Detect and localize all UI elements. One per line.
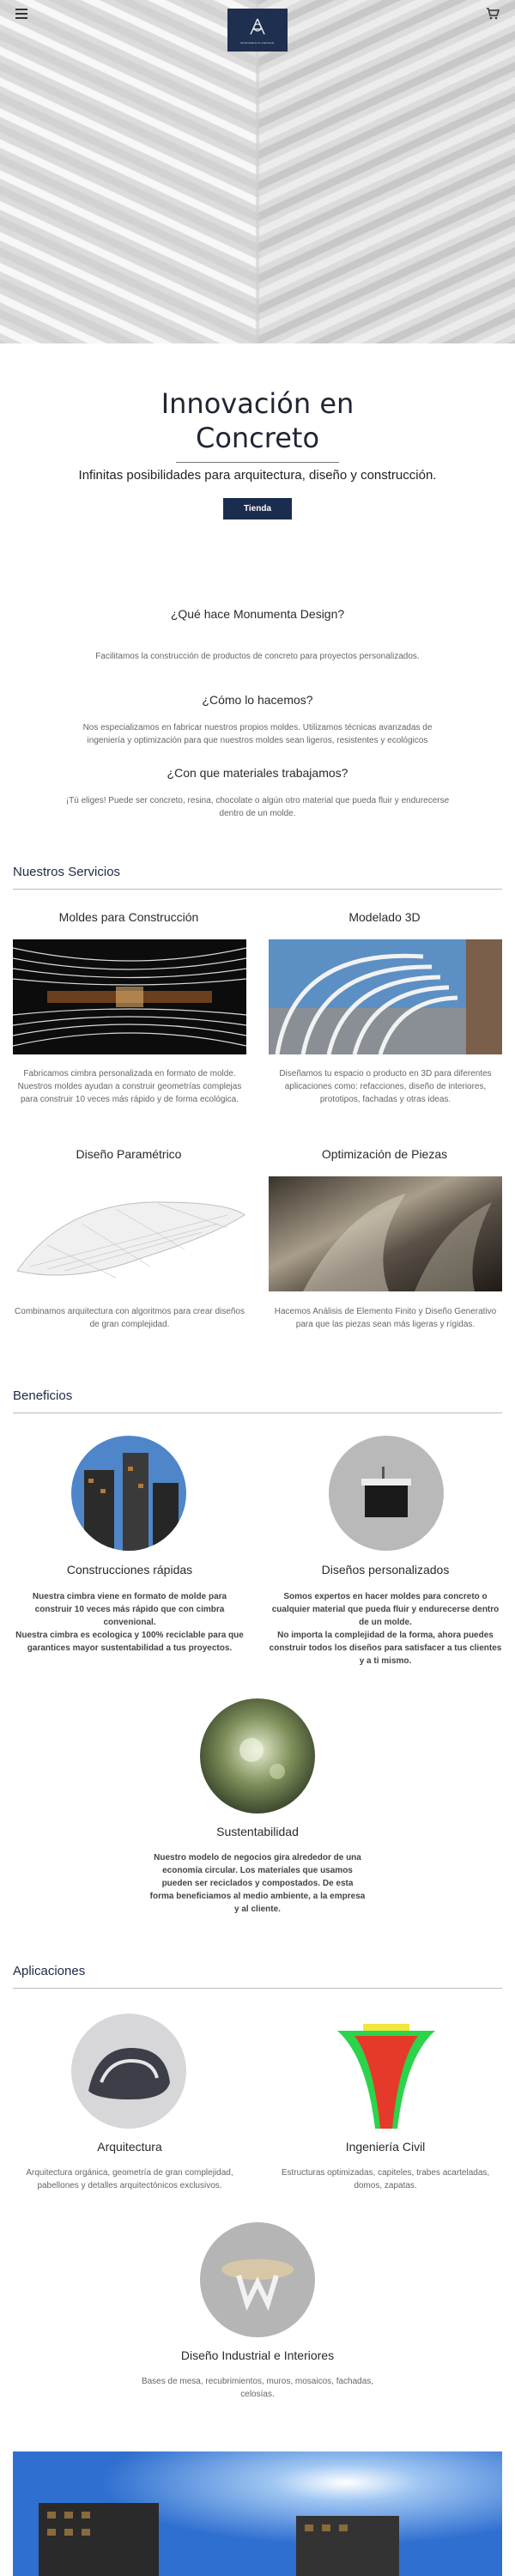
service-title-parametric: Diseño Paramétrico <box>76 1147 182 1161</box>
service-image-molds[interactable] <box>13 939 246 1054</box>
service-text-molds: Fabricamos cimbra personalizada en forma… <box>17 1069 242 1104</box>
hero-image: MONUMENTA DESIGN <box>0 0 515 343</box>
page-title-line1: Innovación en <box>161 387 354 420</box>
hero-title-block: Innovación en Concreto Infinitas posibil… <box>0 386 515 519</box>
service-title-3d: Modelado 3D <box>348 910 421 924</box>
hamburger-menu-icon[interactable] <box>15 9 27 19</box>
services-divider <box>13 889 502 890</box>
application-title-architecture: Arquitectura <box>97 2140 162 2154</box>
page-title-line2: Concreto <box>195 422 320 454</box>
about-question-3: ¿Con que materiales trabajamos? <box>167 766 348 780</box>
about-answer-3: ¡Tú eliges! Puede ser concreto, resina, … <box>65 796 450 818</box>
top-bar <box>0 0 515 30</box>
application-text-architecture: Arquitectura orgánica, geometría de gran… <box>26 2168 233 2190</box>
about-question-2: ¿Cómo lo hacemos? <box>202 693 313 707</box>
benefit-text-custom: Somos expertos en hacer moldes para conc… <box>269 1592 502 1666</box>
service-image-parametric[interactable] <box>13 1176 246 1291</box>
benefit-image-sustainability <box>200 1698 315 1814</box>
service-title-optimization: Optimización de Piezas <box>321 1147 448 1161</box>
construction-banner-image <box>13 2451 502 2576</box>
service-title-molds: Moldes para Construcción <box>58 910 199 924</box>
benefit-title-custom: Diseños personalizados <box>321 1563 450 1577</box>
services-heading: Nuestros Servicios <box>13 865 121 879</box>
logo-text: MONUMENTA DESIGN <box>240 40 275 45</box>
title-divider <box>176 462 339 463</box>
benefit-text-fast: Nuestra cimbra viene en formato de molde… <box>15 1592 244 1653</box>
benefit-image-fast <box>71 1436 186 1551</box>
application-text-civil: Estructuras optimizadas, capiteles, trab… <box>281 2168 490 2190</box>
application-image-industrial <box>200 2222 315 2337</box>
about-question-1: ¿Qué hace Monumenta Design? <box>170 607 345 621</box>
benefit-text-sustainability: Nuestro modelo de negocios gira alrededo… <box>149 1853 366 1914</box>
benefit-title-sustainability: Sustentabilidad <box>216 1825 299 1838</box>
service-text-3d: Diseñamos tu espacio o producto en 3D pa… <box>279 1069 492 1104</box>
application-text-industrial: Bases de mesa, recubrimientos, muros, mo… <box>141 2377 374 2399</box>
application-title-civil: Ingeniería Civil <box>345 2140 426 2154</box>
application-image-architecture <box>71 2014 186 2129</box>
application-image-civil <box>329 2014 444 2129</box>
service-image-optimization[interactable] <box>269 1176 502 1291</box>
benefit-title-fast: Construcciones rápidas <box>66 1563 193 1577</box>
application-title-industrial: Diseño Industrial e Interiores <box>180 2348 335 2362</box>
about-answer-2: Nos especializamos en fabricar nuestros … <box>82 723 433 745</box>
about-answer-1: Facilitamos la construcción de productos… <box>95 652 420 661</box>
hero-subtitle: Infinitas posibilidades para arquitectur… <box>78 468 437 483</box>
service-text-optimization: Hacemos Análisis de Elemento Finito y Di… <box>274 1307 497 1329</box>
service-text-parametric: Combinamos arquitectura con algoritmos p… <box>15 1307 245 1329</box>
applications-heading: Aplicaciones <box>13 1964 86 1978</box>
shop-button[interactable]: Tienda <box>222 498 293 519</box>
benefits-heading: Beneficios <box>13 1388 73 1403</box>
applications-divider <box>13 1988 502 1989</box>
shopping-cart-icon[interactable] <box>486 8 500 20</box>
benefit-image-custom <box>329 1436 444 1551</box>
service-image-3d[interactable] <box>269 939 502 1054</box>
